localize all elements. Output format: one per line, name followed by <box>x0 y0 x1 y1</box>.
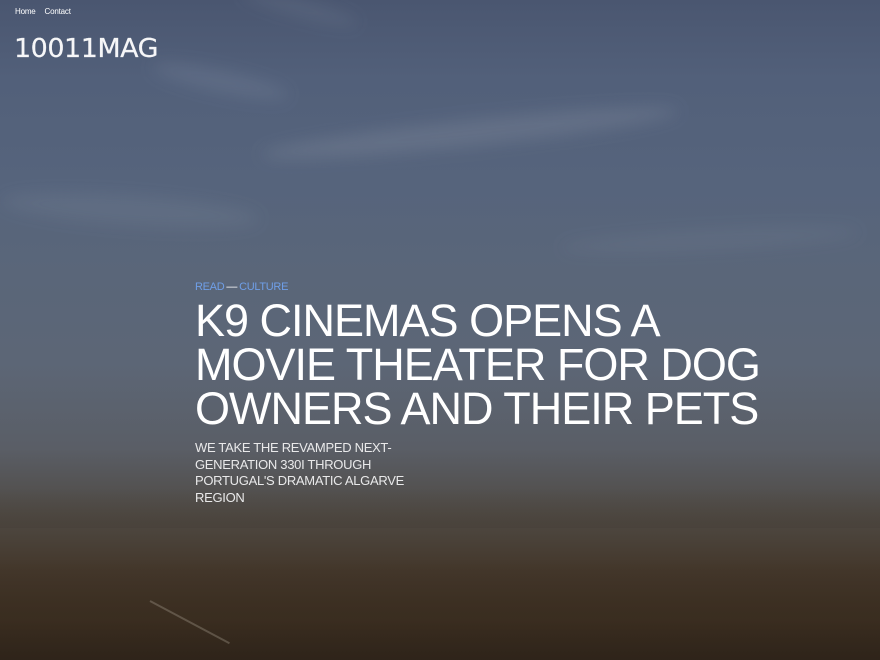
nav-home-link[interactable]: Home <box>15 7 36 16</box>
cloud-decoration <box>239 0 361 32</box>
featured-article: READ — CULTURE K9 CINEMAS OPENS A MOVIE TH… <box>195 281 795 506</box>
category-separator: — <box>226 281 238 293</box>
cloud-decoration <box>0 185 261 235</box>
cloud-decoration <box>559 222 861 258</box>
category-culture-link[interactable]: CULTURE <box>239 281 288 293</box>
hero-section: Home Contact 10011MAG READ — CULTURE K9 CI… <box>0 0 880 660</box>
article-headline[interactable]: K9 CINEMAS OPENS A MOVIE THEATER FOR DOG… <box>195 298 795 431</box>
category-read-link[interactable]: READ <box>195 281 225 293</box>
top-navigation: Home Contact <box>15 7 71 16</box>
nav-contact-link[interactable]: Contact <box>45 7 71 16</box>
cloud-decoration <box>259 98 681 168</box>
cloud-decoration <box>149 55 291 107</box>
site-logo[interactable]: 10011MAG <box>14 34 159 64</box>
article-categories: READ — CULTURE <box>195 281 795 293</box>
landscape-fields <box>0 560 880 660</box>
article-subheadline: WE TAKE THE REVAMPED NEXT-GENERATION 330… <box>195 440 404 505</box>
